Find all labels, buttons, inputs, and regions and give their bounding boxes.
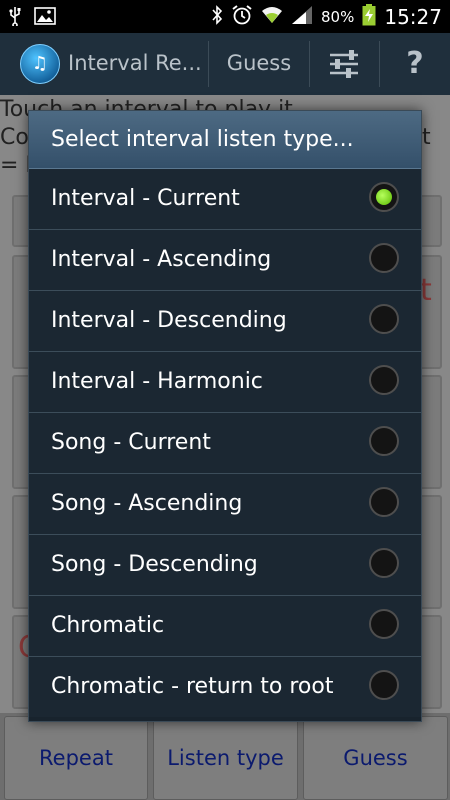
option-song-descending[interactable]: Song - Descending [29,535,421,596]
radio-button[interactable] [369,487,399,517]
image-icon [34,7,56,29]
alarm-icon [231,4,253,30]
wifi-icon [261,5,283,29]
option-chromatic-return-to-root[interactable]: Chromatic - return to root [29,657,421,717]
guess-button[interactable]: Guess [303,716,448,800]
status-bar: 80% 15:27 [0,0,450,33]
battery-charging-icon [362,4,376,30]
options-list: Interval - Current Interval - Ascending … [29,169,421,717]
usb-icon [8,6,22,30]
radio-button[interactable] [369,304,399,334]
option-label: Interval - Harmonic [51,369,263,394]
option-label: Chromatic [51,613,165,638]
radio-button[interactable] [369,426,399,456]
option-chromatic[interactable]: Chromatic [29,596,421,657]
option-label: Interval - Current [51,186,240,211]
radio-button[interactable] [369,670,399,700]
battery-percent: 80% [321,8,355,26]
option-interval-descending[interactable]: Interval - Descending [29,291,421,352]
radio-button[interactable] [369,365,399,395]
signal-icon [291,5,313,29]
option-song-ascending[interactable]: Song - Ascending [29,474,421,535]
listen-type-button[interactable]: Listen type [153,716,298,800]
option-label: Song - Descending [51,552,258,577]
divider [208,41,209,87]
bluetooth-icon [211,5,223,29]
instructions-text-2: Co [0,125,29,150]
repeat-button[interactable]: Repeat [4,716,148,800]
instructions-text-2-end: t [422,125,431,150]
settings-sliders-icon[interactable] [310,41,378,87]
option-label: Interval - Ascending [51,247,272,272]
option-label: Interval - Descending [51,308,287,333]
option-interval-current[interactable]: Interval - Current [29,169,421,230]
listen-type-dialog: Select interval listen type... Interval … [28,110,422,722]
option-label: Chromatic - return to root [51,674,334,699]
app-title[interactable]: Interval Re... [68,51,202,75]
bottom-button-bar: Repeat Listen type Guess [0,713,450,800]
app-logo-icon[interactable]: ♫ [20,44,60,84]
option-interval-harmonic[interactable]: Interval - Harmonic [29,352,421,413]
clock-time: 15:27 [384,5,442,29]
option-label: Song - Current [51,430,211,455]
radio-button[interactable] [369,609,399,639]
option-label: Song - Ascending [51,491,243,516]
radio-button[interactable] [369,548,399,578]
option-interval-ascending[interactable]: Interval - Ascending [29,230,421,291]
guess-tab[interactable]: Guess [210,51,308,75]
option-song-current[interactable]: Song - Current [29,413,421,474]
dialog-title: Select interval listen type... [29,111,421,169]
help-icon[interactable]: ? [380,41,450,87]
radio-button[interactable] [369,243,399,273]
action-bar: ♫ Interval Re... Guess ? [0,33,450,95]
radio-button[interactable] [369,182,399,212]
